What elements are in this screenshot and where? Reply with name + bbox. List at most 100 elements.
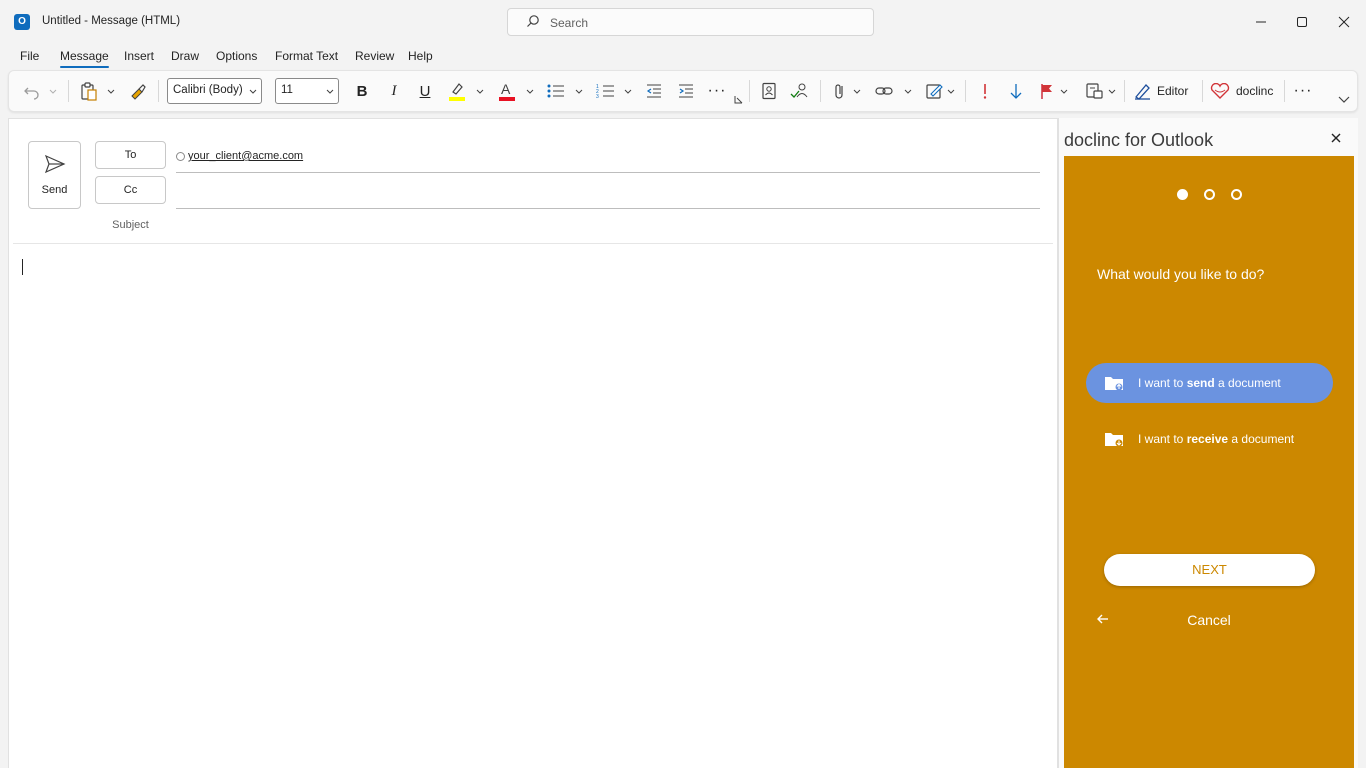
search-box[interactable]: Search	[507, 8, 874, 36]
attach-file-button[interactable]	[829, 79, 851, 103]
subject-field[interactable]	[176, 213, 1040, 239]
link-button[interactable]	[873, 79, 895, 103]
send-document-option[interactable]: I want to send a document	[1086, 363, 1333, 403]
maximize-icon	[1297, 17, 1307, 27]
ribbon-separator	[1284, 80, 1285, 102]
high-importance-button[interactable]	[974, 79, 996, 103]
close-icon	[1338, 16, 1350, 28]
close-icon[interactable]	[1329, 131, 1343, 145]
paste-button[interactable]	[77, 79, 101, 103]
more-icon: ···	[707, 82, 727, 99]
tab-review[interactable]: Review	[355, 49, 394, 63]
tab-insert[interactable]: Insert	[124, 49, 154, 63]
svg-text:A: A	[501, 81, 511, 97]
cc-button[interactable]: Cc	[95, 176, 166, 204]
window-title: Untitled - Message (HTML)	[42, 15, 181, 27]
more-formatting-button[interactable]: ···	[706, 79, 728, 103]
step-dot-1	[1177, 189, 1188, 200]
font-color-dropdown[interactable]	[524, 79, 536, 103]
signature-dropdown[interactable]	[945, 79, 957, 103]
editor-button[interactable]: Editor	[1133, 79, 1199, 103]
sensitivity-dropdown[interactable]	[1106, 79, 1118, 103]
chevron-down-icon	[526, 89, 534, 94]
next-button[interactable]: NEXT	[1104, 554, 1315, 586]
low-importance-button[interactable]	[1005, 79, 1027, 103]
tab-file[interactable]: File	[20, 49, 39, 63]
send-document-label: I want to send a document	[1138, 376, 1281, 390]
tab-help[interactable]: Help	[408, 49, 433, 63]
font-name-select[interactable]: Calibri (Body)	[167, 78, 262, 104]
address-book-icon	[762, 82, 776, 100]
highlight-dropdown[interactable]	[474, 79, 486, 103]
tab-format-text[interactable]: Format Text	[275, 49, 338, 63]
format-painter-button[interactable]	[127, 79, 149, 103]
highlight-button[interactable]	[445, 79, 469, 103]
back-arrow-icon[interactable]	[1096, 612, 1110, 626]
follow-up-dropdown[interactable]	[1058, 79, 1070, 103]
attach-dropdown[interactable]	[851, 79, 863, 103]
chevron-down-icon	[624, 89, 632, 94]
font-size-select[interactable]: 11	[275, 78, 339, 104]
tab-options[interactable]: Options	[216, 49, 257, 63]
receive-document-label: I want to receive a document	[1138, 432, 1295, 446]
check-names-button[interactable]	[789, 79, 811, 103]
chevron-down-icon	[49, 89, 57, 94]
ribbon-expand-button[interactable]	[1337, 87, 1351, 111]
chevron-down-icon	[249, 89, 257, 94]
ribbon-toolbar: Calibri (Body) 11 B I U A 123 ··· Editor…	[8, 70, 1358, 112]
to-recipient[interactable]: your_client@acme.com	[176, 150, 303, 162]
address-book-button[interactable]	[758, 79, 780, 103]
cc-field[interactable]	[176, 208, 1040, 209]
menu-tabs: File Message Insert Draw Options Format …	[0, 44, 1366, 68]
undo-button[interactable]	[21, 79, 43, 103]
bullets-button[interactable]	[544, 79, 568, 103]
more-commands-button[interactable]: ···	[1291, 79, 1315, 103]
signature-button[interactable]	[924, 79, 946, 103]
paperclip-icon	[835, 84, 843, 99]
close-window-button[interactable]	[1329, 8, 1359, 36]
ribbon-separator	[158, 80, 159, 102]
follow-up-button[interactable]	[1036, 79, 1058, 103]
numbering-button[interactable]: 123	[594, 79, 618, 103]
cancel-button[interactable]: Cancel	[1164, 612, 1254, 628]
font-color-button[interactable]: A	[495, 79, 519, 103]
search-icon	[527, 15, 539, 27]
ribbon-separator	[1202, 80, 1203, 102]
message-body[interactable]	[13, 247, 1053, 767]
step-indicator	[1177, 189, 1242, 200]
doclinc-button[interactable]: doclinc	[1210, 79, 1280, 103]
decrease-indent-button[interactable]	[643, 79, 665, 103]
receive-document-option[interactable]: I want to receive a document	[1086, 419, 1333, 459]
outlook-app-icon: O	[14, 14, 30, 30]
send-label: Send	[41, 184, 68, 196]
to-button[interactable]: To	[95, 141, 166, 169]
send-button[interactable]: Send	[28, 141, 81, 209]
editor-label: Editor	[1157, 84, 1189, 98]
undo-dropdown[interactable]	[47, 79, 59, 103]
numbered-list-icon: 123	[596, 84, 614, 100]
link-dropdown[interactable]	[902, 79, 914, 103]
increase-indent-button[interactable]	[675, 79, 697, 103]
paste-dropdown[interactable]	[105, 79, 117, 103]
pane-title: doclinc for Outlook	[1064, 130, 1214, 150]
header-divider	[13, 243, 1053, 244]
bullets-dropdown[interactable]	[573, 79, 585, 103]
tab-draw[interactable]: Draw	[171, 49, 199, 63]
bold-button[interactable]: B	[351, 79, 373, 103]
sensitivity-button[interactable]	[1084, 79, 1106, 103]
check-names-icon	[790, 83, 808, 98]
maximize-button[interactable]	[1287, 8, 1317, 36]
subject-label: Subject	[112, 219, 149, 231]
recipient-address: your_client@acme.com	[188, 150, 304, 162]
minimize-button[interactable]	[1246, 8, 1276, 36]
underline-button[interactable]: U	[414, 79, 436, 103]
italic-button[interactable]: I	[383, 79, 405, 103]
ribbon-separator	[749, 80, 750, 102]
numbering-dropdown[interactable]	[622, 79, 634, 103]
text-cursor	[22, 259, 23, 275]
low-importance-icon	[1010, 84, 1022, 99]
to-field[interactable]	[176, 172, 1040, 173]
font-dialog-launcher[interactable]	[733, 93, 743, 105]
tab-message[interactable]: Message	[60, 49, 109, 68]
send-icon	[44, 154, 66, 174]
